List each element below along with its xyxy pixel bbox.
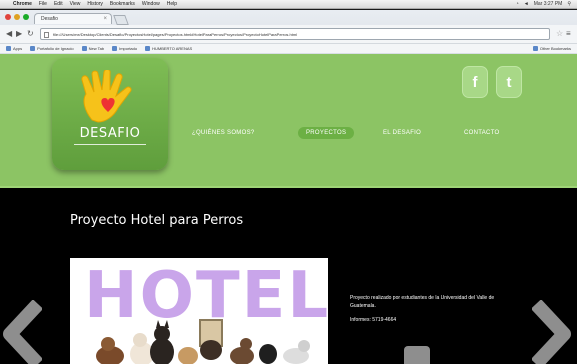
clock[interactable]: Mar 3:27 PM [534,1,563,7]
zoom-window-button[interactable] [23,14,29,20]
back-icon[interactable]: ◀ [6,29,12,39]
other-bookmarks[interactable]: Other Bookmarks [532,46,577,51]
menu-history[interactable]: History [87,1,103,7]
next-arrow-icon[interactable] [532,300,572,364]
volume-icon[interactable]: ◄ [524,1,529,7]
minimize-window-button[interactable] [14,14,20,20]
bookmark-icon [81,46,87,51]
bookmark-icon [30,46,36,51]
site-logo[interactable]: DESAFIO [52,58,168,170]
browser-tab[interactable]: Desafio × [34,13,112,24]
project-title: Proyecto Hotel para Perros [70,213,244,228]
folder-icon [532,46,538,51]
description-text: Proyecto realizado por estudiantes de la… [350,295,495,309]
wifi-icon[interactable]: ◔ [516,1,519,7]
browser-toolbar: ◀ ▶ ↻ file:///Users/me/Desktop/Clients/D… [0,25,577,43]
close-window-button[interactable] [5,14,11,20]
address-bar[interactable]: file:///Users/me/Desktop/Clients/Desafio… [40,28,550,40]
status-area: ◔ ◄ Mar 3:27 PM ⚲ [516,1,577,7]
menu-window[interactable]: Window [142,1,160,7]
wrench-icon[interactable]: ≡ [566,29,571,38]
logo-underline [74,144,146,145]
bookmark-icon [145,46,151,51]
menu-app-name[interactable]: Chrome [13,1,32,7]
facebook-icon: f [472,74,478,91]
menu-edit[interactable]: Edit [54,1,63,7]
folder-icon [112,46,118,51]
logo-text: DESAFIO [79,126,141,141]
twitter-button[interactable]: t [496,66,522,98]
menu-help[interactable]: Help [167,1,177,7]
project-description: Proyecto realizado por estudiantes de la… [350,294,510,330]
nav-proyectos[interactable]: PROYECTOS [298,127,355,139]
nav-el-desafio[interactable]: EL DESAFIO [383,130,421,136]
facebook-button[interactable]: f [462,66,488,98]
bookmark-item[interactable]: Apps [6,46,22,51]
url-text: file:///Users/me/Desktop/Clients/Desafio… [53,32,298,37]
tab-close-icon[interactable]: × [103,14,107,24]
bookmark-item[interactable]: New Tab [81,46,104,51]
page-icon [44,32,49,38]
slider-handle[interactable] [404,346,430,364]
new-tab-button[interactable] [113,15,129,25]
menu-bookmarks[interactable]: Bookmarks [110,1,135,7]
apps-icon [6,46,11,51]
bookmark-item[interactable]: Importado [112,46,137,51]
tab-title: Desafio [41,16,58,22]
os-menubar: Chrome File Edit View History Bookmarks … [0,0,577,9]
twitter-icon: t [506,74,512,91]
reload-icon[interactable]: ↻ [27,29,34,39]
project-image: HOTEL [70,258,328,364]
hand-heart-icon [81,70,132,123]
menu-file[interactable]: File [39,1,47,7]
contact-info: Informes: 5719-4664 [350,317,397,323]
bookmark-item[interactable]: Portafolio de Ignacio [30,46,74,51]
menu-view[interactable]: View [70,1,81,7]
bookmarks-bar: Apps Portafolio de Ignacio New Tab Impor… [0,43,577,53]
nav-quienes-somos[interactable]: ¿QUIÉNES SOMOS? [192,130,255,136]
forward-icon[interactable]: ▶ [16,29,22,39]
window-controls [5,14,29,20]
dogs-illustration [96,319,310,364]
spotlight-icon[interactable]: ⚲ [567,1,571,7]
nav-contacto[interactable]: CONTACTO [464,130,500,136]
bookmark-item[interactable]: HUMBERTO ARENAS [145,46,192,51]
bookmark-star-icon[interactable]: ☆ [556,29,563,38]
tab-strip: Desafio × [0,10,577,25]
prev-arrow-icon[interactable] [2,300,42,364]
